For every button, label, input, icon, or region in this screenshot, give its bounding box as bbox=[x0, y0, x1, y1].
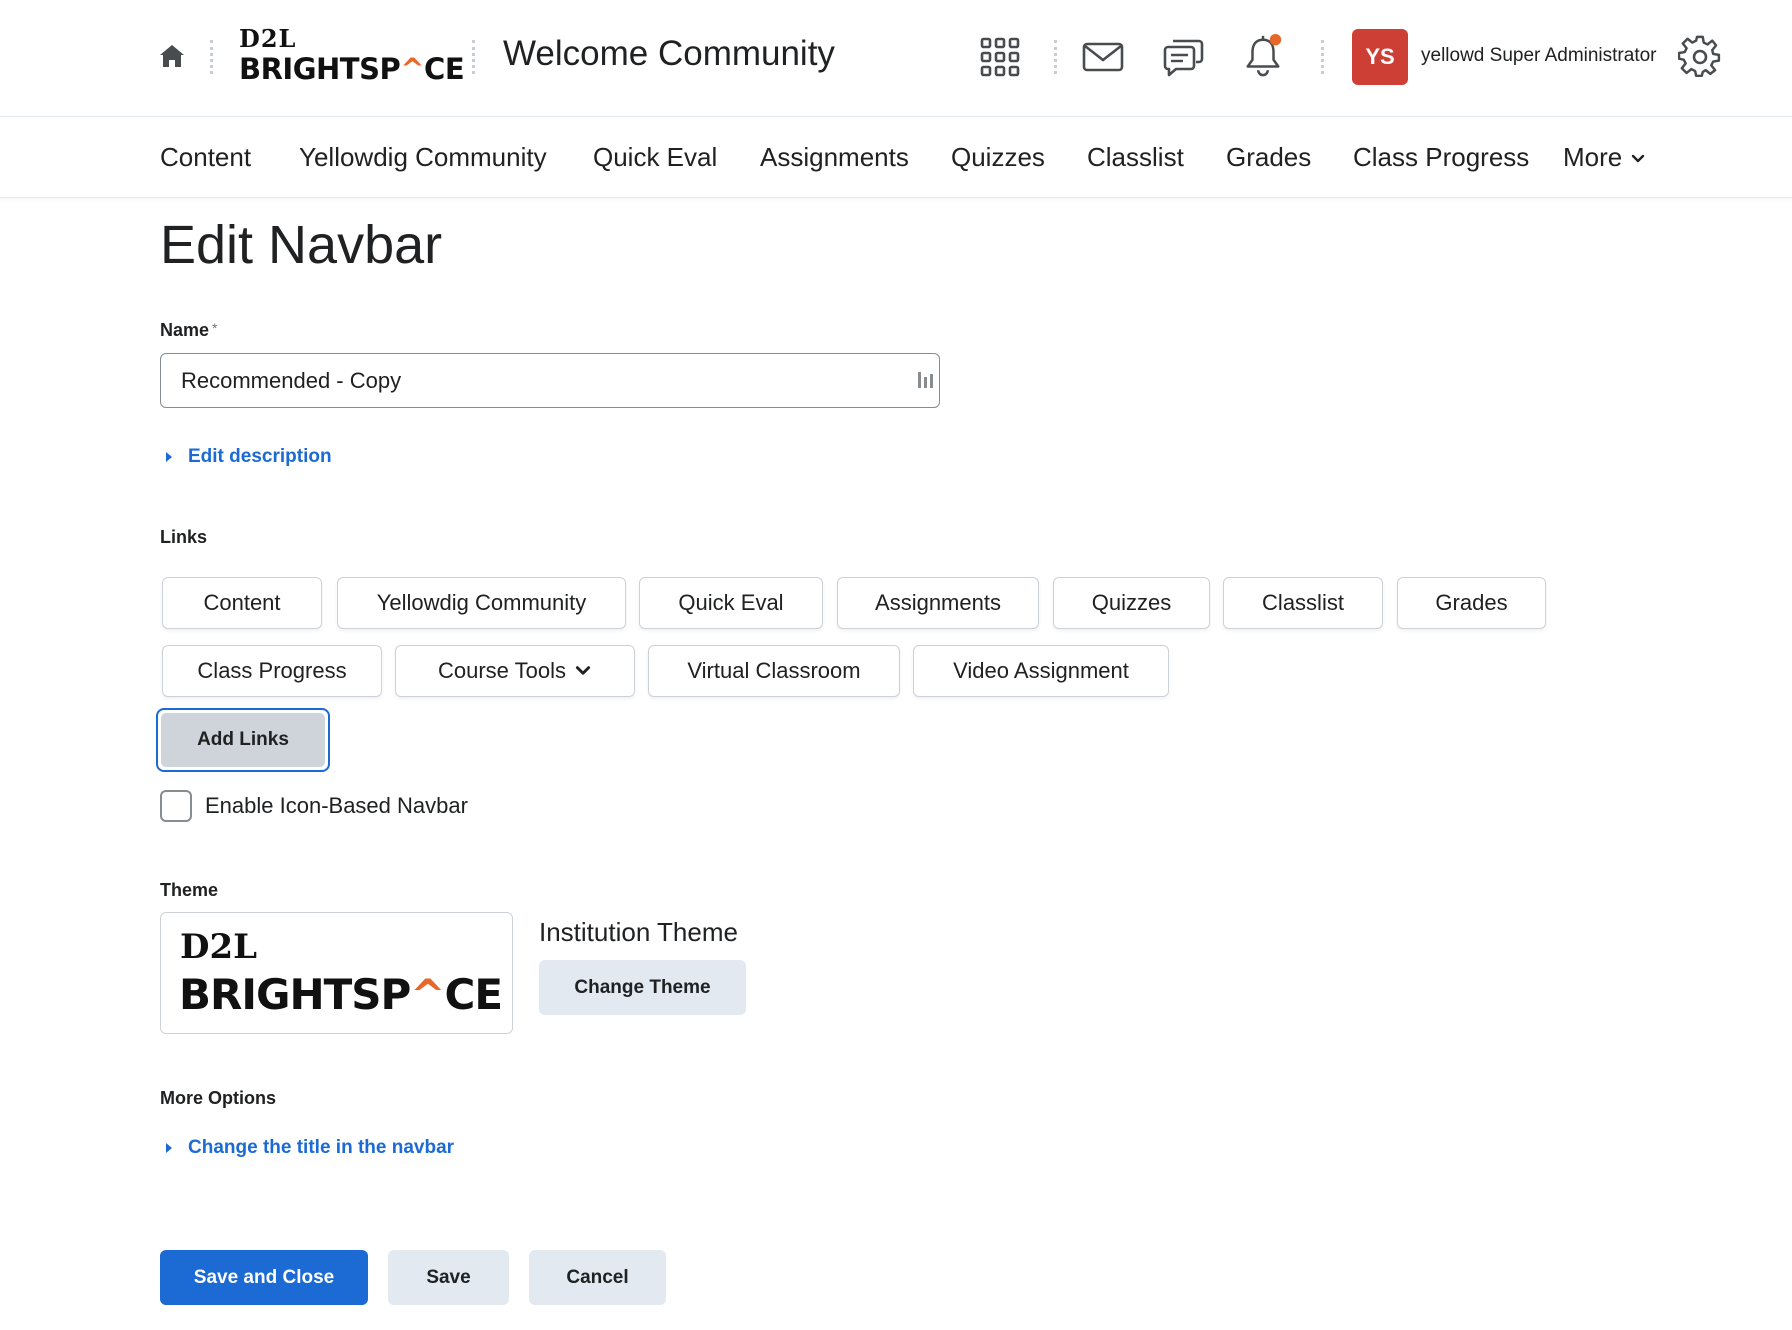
change-theme-button[interactable]: Change Theme bbox=[539, 960, 746, 1015]
nav-item-classlist[interactable]: Classlist bbox=[1087, 142, 1184, 173]
change-title-toggle[interactable]: Change the title in the navbar bbox=[164, 1137, 454, 1159]
logo-brightspace: BRIGHTSP^CE bbox=[239, 52, 465, 86]
link-chip-yellowdig-community[interactable]: Yellowdig Community bbox=[337, 577, 626, 629]
course-navbar: Content Yellowdig Community Quick Eval A… bbox=[0, 118, 1792, 198]
edit-description-toggle[interactable]: Edit description bbox=[164, 446, 332, 468]
theme-preview: D2L BRIGHTSP^CE bbox=[160, 912, 513, 1034]
link-chip-grades[interactable]: Grades bbox=[1397, 577, 1546, 629]
nav-more-label: More bbox=[1563, 142, 1623, 172]
brightspace-logo[interactable]: D2L BRIGHTSP^CE bbox=[239, 24, 465, 90]
change-title-label: Change the title in the navbar bbox=[188, 1137, 455, 1158]
nav-item-more[interactable]: More bbox=[1563, 142, 1646, 173]
link-chip-virtual-classroom[interactable]: Virtual Classroom bbox=[648, 645, 900, 697]
mail-icon[interactable] bbox=[1081, 35, 1125, 79]
link-chip-quizzes[interactable]: Quizzes bbox=[1053, 577, 1210, 629]
link-chip-class-progress[interactable]: Class Progress bbox=[162, 645, 382, 697]
chevron-down-icon bbox=[1632, 154, 1645, 163]
add-links-button[interactable]: Add Links bbox=[156, 708, 330, 772]
nav-item-quizzes[interactable]: Quizzes bbox=[951, 142, 1045, 173]
save-button[interactable]: Save bbox=[388, 1250, 509, 1305]
theme-logo-brightspace: BRIGHTSP^CE bbox=[179, 970, 503, 1019]
course-title[interactable]: Welcome Community bbox=[503, 34, 835, 74]
add-links-label: Add Links bbox=[161, 713, 325, 767]
logo-d2l: D2L bbox=[239, 24, 297, 53]
name-input[interactable] bbox=[160, 353, 940, 408]
links-label: Links bbox=[160, 527, 208, 547]
link-chip-assignments[interactable]: Assignments bbox=[837, 577, 1039, 629]
nav-item-class-progress[interactable]: Class Progress bbox=[1353, 142, 1529, 173]
caret-right-icon bbox=[166, 452, 172, 462]
icon-navbar-label[interactable]: Enable Icon-Based Navbar bbox=[205, 793, 468, 819]
theme-logo-d2l: D2L bbox=[180, 927, 258, 967]
cancel-button[interactable]: Cancel bbox=[529, 1250, 666, 1305]
nav-item-grades[interactable]: Grades bbox=[1226, 142, 1311, 173]
caret-right-icon bbox=[166, 1143, 172, 1153]
header-divider bbox=[1321, 40, 1324, 74]
edit-description-label: Edit description bbox=[188, 446, 332, 467]
link-chip-video-assignment[interactable]: Video Assignment bbox=[913, 645, 1169, 697]
chevron-down-icon bbox=[575, 666, 591, 675]
username[interactable]: yellowd Super Administrator bbox=[1421, 45, 1657, 67]
nav-item-assignments[interactable]: Assignments bbox=[760, 142, 909, 173]
link-chip-quick-eval[interactable]: Quick Eval bbox=[639, 577, 823, 629]
chat-icon[interactable] bbox=[1161, 35, 1205, 79]
link-chip-classlist[interactable]: Classlist bbox=[1223, 577, 1383, 629]
page-title: Edit Navbar bbox=[160, 215, 443, 275]
header-divider bbox=[210, 40, 213, 74]
nav-item-content[interactable]: Content bbox=[160, 142, 251, 173]
notification-dot bbox=[1269, 33, 1282, 46]
save-and-close-button[interactable]: Save and Close bbox=[160, 1250, 368, 1305]
header-divider bbox=[1054, 40, 1057, 74]
theme-name: Institution Theme bbox=[539, 917, 738, 947]
grid-icon[interactable] bbox=[978, 35, 1022, 79]
avatar[interactable]: YS bbox=[1352, 29, 1408, 85]
top-header: D2L BRIGHTSP^CE Welcome Community YS yel… bbox=[0, 0, 1792, 117]
nav-item-yellowdig-community[interactable]: Yellowdig Community bbox=[299, 142, 547, 173]
link-chip-content[interactable]: Content bbox=[162, 577, 322, 629]
home-icon[interactable] bbox=[158, 42, 186, 70]
icon-navbar-checkbox[interactable] bbox=[160, 790, 192, 822]
bell-icon[interactable] bbox=[1241, 33, 1285, 77]
nav-item-quick-eval[interactable]: Quick Eval bbox=[593, 142, 717, 173]
more-options-label: More Options bbox=[160, 1088, 276, 1108]
required-marker: * bbox=[212, 320, 218, 336]
link-chip-course-tools[interactable]: Course Tools bbox=[395, 645, 635, 697]
theme-label: Theme bbox=[160, 880, 219, 900]
header-divider bbox=[472, 40, 475, 74]
name-label: Name * bbox=[160, 320, 218, 340]
password-manager-icon[interactable] bbox=[917, 370, 935, 390]
course-tools-label: Course Tools bbox=[438, 658, 566, 683]
gear-icon[interactable] bbox=[1678, 35, 1722, 79]
